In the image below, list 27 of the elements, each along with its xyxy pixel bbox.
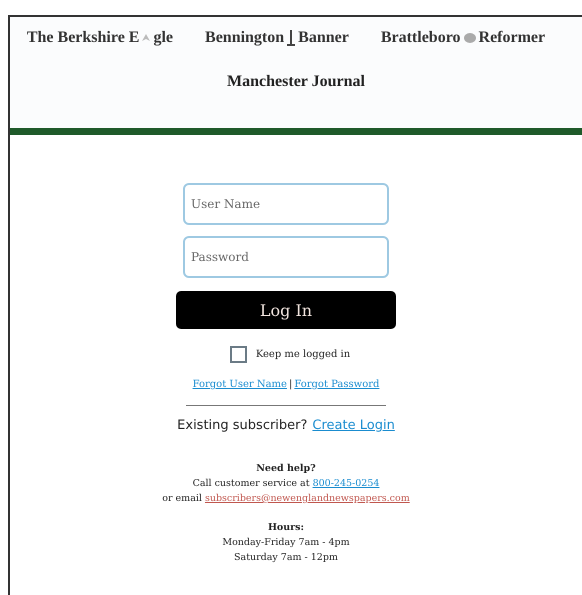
masthead-text: Bennington	[205, 29, 284, 47]
existing-subscriber-text: Existing subscriber?	[177, 418, 308, 433]
hours-title: Hours:	[268, 521, 304, 535]
masthead-text: Brattleboro	[380, 29, 461, 47]
help-title: Need help?	[256, 462, 316, 476]
help-text: or email	[162, 493, 202, 504]
hours-text: Monday-Friday 7am - 4pm	[222, 536, 350, 550]
username-field[interactable]: User Name	[183, 183, 389, 225]
masthead-text: gle	[153, 29, 174, 47]
link-separator: |	[288, 379, 292, 390]
forgot-username-link[interactable]: Forgot User Name	[192, 379, 287, 390]
checkbox-label: Keep me logged in	[256, 349, 350, 360]
masthead-text: Banner	[298, 29, 349, 47]
password-field[interactable]: Password	[183, 236, 389, 278]
phone-link[interactable]: 800-245-0254	[312, 478, 380, 489]
masthead-text: Reformer	[478, 29, 546, 47]
hours-text: Saturday 7am - 12pm	[234, 551, 338, 565]
forgot-password-link[interactable]: Forgot Password	[294, 379, 380, 390]
help-text: Call customer service at	[192, 478, 310, 489]
monument-icon	[286, 29, 296, 47]
keep-logged-in-checkbox[interactable]	[230, 346, 247, 363]
email-link[interactable]: subscribers@newenglandnewspapers.com	[204, 493, 410, 504]
create-login-link[interactable]: Create Login	[312, 418, 395, 433]
emblem-icon	[462, 32, 477, 44]
login-button[interactable]: Log In	[176, 291, 396, 329]
masthead-text: The Berkshire E	[26, 29, 140, 47]
masthead-text: Manchester Journal	[227, 73, 365, 91]
